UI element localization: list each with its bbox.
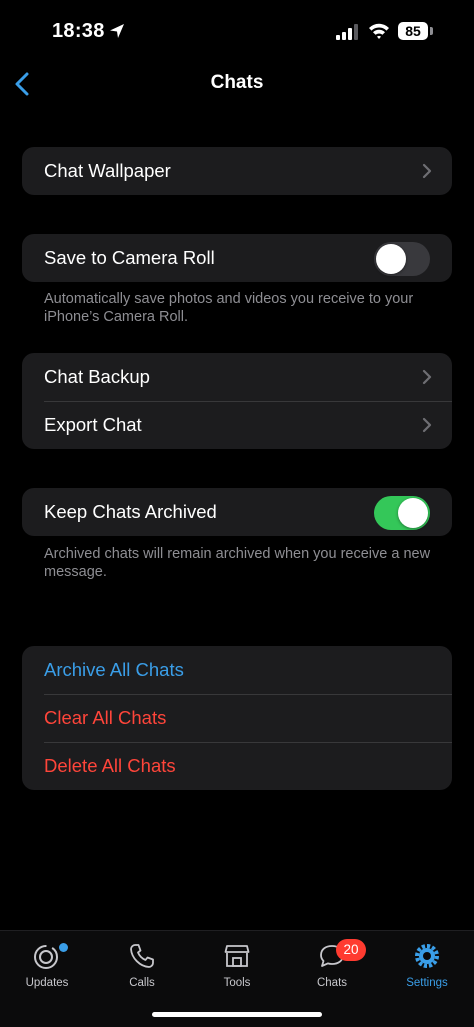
tab-updates[interactable]: Updates <box>7 941 87 989</box>
status-time: 18:38 <box>52 20 105 42</box>
chat-backup-row[interactable]: Chat Backup <box>22 353 452 401</box>
toggle-knob <box>376 244 406 274</box>
delete-all-chats-label: Delete All Chats <box>44 755 176 776</box>
export-chat-label: Export Chat <box>44 414 142 435</box>
toggle-knob <box>398 498 428 528</box>
clear-all-chats-button[interactable]: Clear All Chats <box>22 694 452 742</box>
battery-indicator: 85 <box>398 22 428 40</box>
chat-wallpaper-row[interactable]: Chat Wallpaper <box>22 147 452 195</box>
archive-all-chats-button[interactable]: Archive All Chats <box>22 646 452 694</box>
wifi-icon <box>369 23 389 39</box>
save-to-camera-roll-toggle[interactable] <box>374 242 430 276</box>
chat-backup-label: Chat Backup <box>44 366 150 387</box>
backup-group: Chat Backup Export Chat <box>22 353 452 449</box>
tab-settings[interactable]: Settings <box>387 941 467 989</box>
wallpaper-group: Chat Wallpaper <box>22 147 452 195</box>
tab-chats[interactable]: 20 Chats <box>292 939 372 989</box>
camera-roll-footnote: Automatically save photos and videos you… <box>44 291 414 325</box>
tab-chats-label: Chats <box>316 977 348 989</box>
clear-all-chats-label: Clear All Chats <box>44 707 167 728</box>
chat-wallpaper-label: Chat Wallpaper <box>44 160 171 181</box>
chevron-right-icon <box>422 369 432 385</box>
export-chat-row[interactable]: Export Chat <box>22 401 452 449</box>
status-bar: 18:38 85 <box>0 0 474 64</box>
tab-calls[interactable]: Calls <box>102 941 182 989</box>
camera-roll-group: Save to Camera Roll <box>22 234 452 282</box>
settings-gear-icon <box>415 944 439 968</box>
updates-icon <box>34 945 58 969</box>
delete-all-chats-button[interactable]: Delete All Chats <box>22 742 452 790</box>
tab-settings-label: Settings <box>406 977 448 989</box>
keep-chats-archived-toggle[interactable] <box>374 496 430 530</box>
save-to-camera-roll-row: Save to Camera Roll <box>22 234 452 282</box>
phone-icon <box>130 944 154 968</box>
tab-tools[interactable]: Tools <box>197 941 277 989</box>
chats-unread-badge: 20 <box>336 939 366 961</box>
archived-group: Keep Chats Archived <box>22 488 452 536</box>
location-arrow-icon <box>110 24 124 38</box>
tab-calls-label: Calls <box>129 977 155 989</box>
home-indicator <box>152 1012 322 1017</box>
keep-chats-archived-row: Keep Chats Archived <box>22 488 452 536</box>
battery-tip <box>430 27 433 35</box>
chevron-right-icon <box>422 417 432 433</box>
cellular-signal-icon <box>336 24 358 40</box>
archived-footnote: Archived chats will remain archived when… <box>44 546 431 580</box>
tab-tools-label: Tools <box>223 977 251 989</box>
updates-dot <box>59 943 68 952</box>
chevron-right-icon <box>422 163 432 179</box>
keep-chats-archived-label: Keep Chats Archived <box>44 501 217 522</box>
tab-updates-label: Updates <box>25 977 69 989</box>
page-title: Chats <box>210 72 264 93</box>
save-to-camera-roll-label: Save to Camera Roll <box>44 247 215 268</box>
store-icon <box>224 945 250 967</box>
archive-all-chats-label: Archive All Chats <box>44 659 184 680</box>
chat-actions-group: Archive All Chats Clear All Chats Delete… <box>22 646 452 790</box>
